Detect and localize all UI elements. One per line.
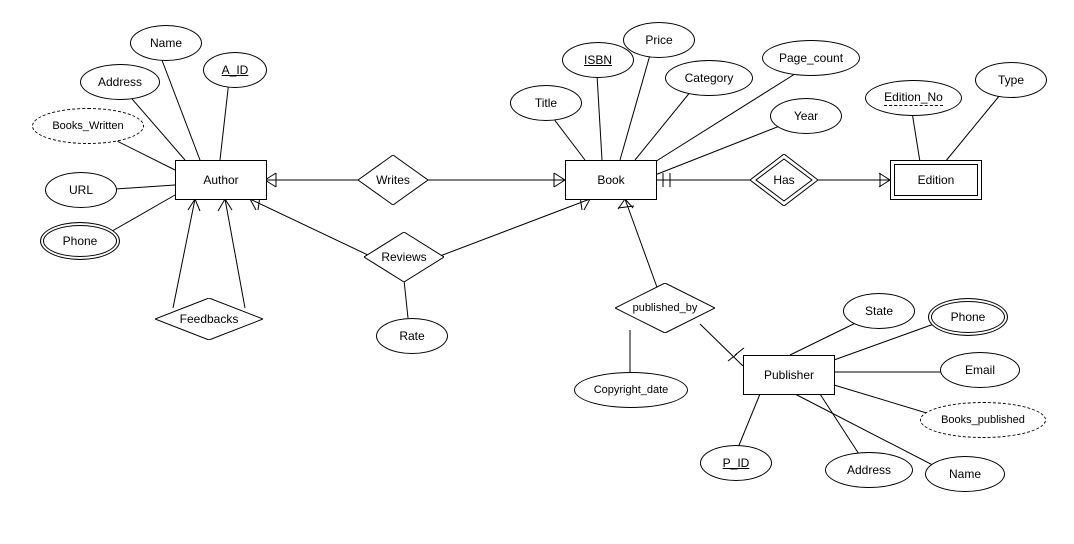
entity-publisher[interactable]: Publisher bbox=[743, 355, 835, 395]
rel-reviews[interactable]: Reviews bbox=[364, 232, 444, 282]
attr-author-name[interactable]: Name bbox=[130, 25, 202, 61]
attr-book-year-label: Year bbox=[794, 109, 818, 123]
attr-author-name-label: Name bbox=[150, 36, 182, 50]
attr-book-title-label: Title bbox=[535, 96, 557, 110]
rel-published-by[interactable]: published_by bbox=[615, 283, 715, 333]
attr-book-isbn[interactable]: ISBN bbox=[562, 42, 634, 78]
rel-has[interactable]: Has bbox=[750, 154, 818, 206]
attr-reviews-rate[interactable]: Rate bbox=[376, 318, 448, 354]
entity-book[interactable]: Book bbox=[565, 160, 657, 200]
attr-edition-type[interactable]: Type bbox=[975, 62, 1047, 98]
attr-book-category-label: Category bbox=[685, 71, 734, 85]
attr-edition-no[interactable]: Edition_No bbox=[865, 80, 962, 116]
attr-publisher-email[interactable]: Email bbox=[940, 352, 1020, 388]
attr-author-address[interactable]: Address bbox=[80, 64, 160, 100]
attr-publisher-phone-label: Phone bbox=[951, 310, 986, 324]
attr-author-aid[interactable]: A_ID bbox=[203, 52, 267, 88]
entity-author[interactable]: Author bbox=[175, 160, 267, 200]
entity-publisher-label: Publisher bbox=[764, 368, 814, 382]
attr-copyright-date[interactable]: Copyright_date bbox=[574, 372, 688, 408]
entity-book-label: Book bbox=[597, 173, 624, 187]
attr-author-url-label: URL bbox=[69, 183, 93, 197]
rel-writes[interactable]: Writes bbox=[358, 155, 428, 205]
entity-edition[interactable]: Edition bbox=[890, 160, 982, 200]
entity-author-label: Author bbox=[203, 173, 238, 187]
rel-published-by-label: published_by bbox=[633, 302, 698, 314]
attr-publisher-pid[interactable]: P_ID bbox=[700, 445, 772, 481]
rel-feedbacks-label: Feedbacks bbox=[180, 312, 239, 326]
attr-book-price[interactable]: Price bbox=[623, 22, 695, 58]
attr-reviews-rate-label: Rate bbox=[399, 329, 424, 343]
attr-author-books-written[interactable]: Books_Written bbox=[32, 108, 144, 144]
attr-book-price-label: Price bbox=[645, 33, 672, 47]
attr-book-pagecount[interactable]: Page_count bbox=[762, 40, 860, 76]
attr-publisher-state[interactable]: State bbox=[843, 293, 915, 329]
attr-author-books-written-label: Books_Written bbox=[52, 120, 123, 132]
attr-author-url[interactable]: URL bbox=[45, 172, 117, 208]
attr-book-isbn-label: ISBN bbox=[584, 53, 612, 67]
attr-copyright-date-label: Copyright_date bbox=[594, 384, 669, 396]
rel-writes-label: Writes bbox=[376, 173, 410, 187]
attr-book-year[interactable]: Year bbox=[770, 98, 842, 134]
attr-publisher-books-published-label: Books_published bbox=[941, 414, 1025, 426]
attr-publisher-phone[interactable]: Phone bbox=[928, 298, 1008, 336]
er-diagram: Author Book Edition Publisher Writes Rev… bbox=[0, 0, 1074, 544]
attr-edition-type-label: Type bbox=[998, 73, 1024, 87]
entity-edition-label: Edition bbox=[918, 173, 955, 187]
attr-publisher-address[interactable]: Address bbox=[825, 452, 913, 488]
attr-publisher-address-label: Address bbox=[847, 463, 891, 477]
attr-book-title[interactable]: Title bbox=[510, 85, 582, 121]
rel-has-label: Has bbox=[773, 173, 794, 187]
attr-author-aid-label: A_ID bbox=[222, 63, 249, 77]
attr-author-phone-label: Phone bbox=[63, 234, 98, 248]
attr-author-phone[interactable]: Phone bbox=[40, 222, 120, 260]
attr-publisher-state-label: State bbox=[865, 304, 893, 318]
attr-book-category[interactable]: Category bbox=[665, 60, 753, 96]
attr-publisher-books-published[interactable]: Books_published bbox=[920, 402, 1046, 438]
rel-feedbacks[interactable]: Feedbacks bbox=[155, 298, 263, 340]
attr-edition-no-label: Edition_No bbox=[884, 90, 943, 106]
attr-publisher-pid-label: P_ID bbox=[723, 456, 750, 470]
attr-publisher-email-label: Email bbox=[965, 363, 995, 377]
rel-reviews-label: Reviews bbox=[381, 250, 426, 264]
attr-publisher-name[interactable]: Name bbox=[925, 456, 1005, 492]
attr-book-pagecount-label: Page_count bbox=[779, 51, 843, 65]
attr-author-address-label: Address bbox=[98, 75, 142, 89]
attr-publisher-name-label: Name bbox=[949, 467, 981, 481]
